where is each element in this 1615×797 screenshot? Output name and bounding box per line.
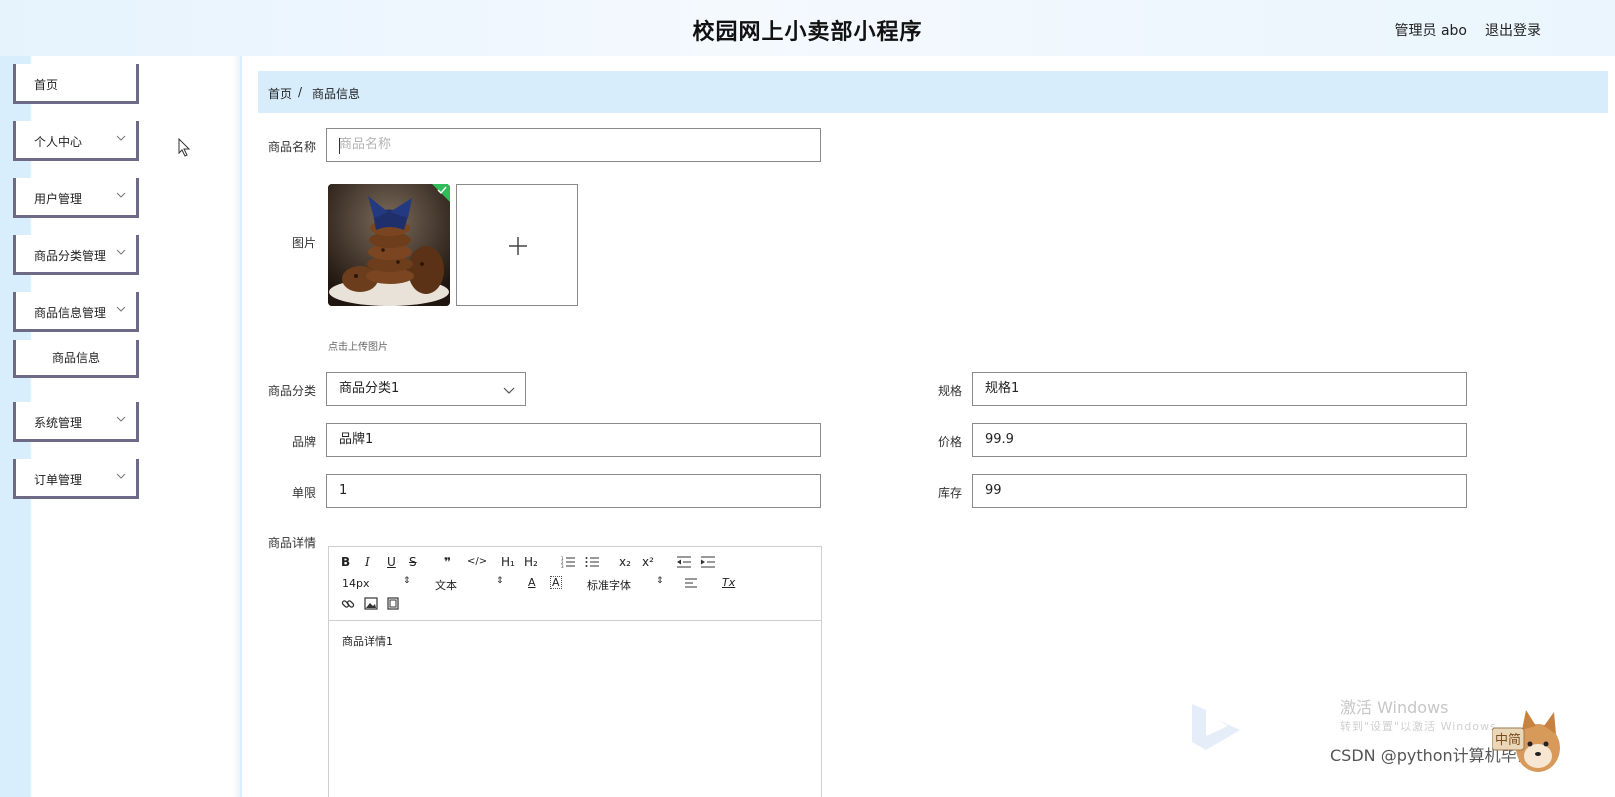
up-down-icon: ⇕ <box>403 576 411 586</box>
sidebar-subitem-product-info[interactable]: 商品信息 <box>13 340 139 378</box>
sidebar-item-system-management[interactable]: 系统管理 <box>13 402 139 442</box>
sidebar-item-user-management[interactable]: 用户管理 <box>13 178 139 218</box>
sidebar-item-label: 商品分类管理 <box>34 249 107 263</box>
product-name-input[interactable]: 商品名称 <box>326 128 821 162</box>
cookies-image <box>328 184 450 306</box>
text-color-icon[interactable]: A <box>528 576 536 589</box>
text-caret <box>339 138 340 154</box>
chevron-down-icon <box>116 135 126 141</box>
up-down-icon: ⇕ <box>656 576 664 586</box>
plus-icon <box>509 237 527 255</box>
price-label: 价格 <box>937 435 962 449</box>
sidebar-item-product-management[interactable]: 商品信息管理 <box>13 292 139 332</box>
header-select[interactable]: 文本 <box>435 577 457 593</box>
superscript-button[interactable]: x² <box>642 555 654 569</box>
admin-user-label: 管理员 abo <box>1394 23 1467 39</box>
align-icon[interactable] <box>685 578 697 588</box>
font-size-select[interactable]: 14px <box>342 577 370 590</box>
svg-text:3: 3 <box>561 564 564 568</box>
blockquote-button[interactable]: ❞ <box>444 555 451 569</box>
chevron-down-icon <box>116 416 126 422</box>
limit-label: 单限 <box>291 486 316 500</box>
sidebar-item-personal-center[interactable]: 个人中心 <box>13 121 139 161</box>
rich-text-editor: B I U S ❞ </> H₁ H₂ 123 x₂ x² 14px ⇕ 文本 … <box>328 546 822 797</box>
ordered-list-icon[interactable]: 123 <box>561 556 575 568</box>
name-label: 商品名称 <box>267 140 316 154</box>
top-header: 校园网上小卖部小程序 管理员 abo 退出登录 <box>0 0 1615 56</box>
sidebar-item-label: 首页 <box>34 78 59 92</box>
logout-button[interactable]: 退出登录 <box>1485 20 1541 40</box>
image-label: 图片 <box>291 236 316 250</box>
h2-button[interactable]: H₂ <box>524 555 538 569</box>
stock-input[interactable]: 99 <box>972 474 1467 508</box>
sidebar-item-order-management[interactable]: 订单管理 <box>13 459 139 499</box>
spec-input[interactable]: 规格1 <box>972 372 1467 406</box>
outdent-icon[interactable] <box>677 556 691 568</box>
chevron-down-icon <box>116 306 126 312</box>
up-down-icon: ⇕ <box>496 576 504 586</box>
brand-label: 品牌 <box>291 435 316 449</box>
bing-logo-icon <box>1192 704 1240 750</box>
chevron-down-icon <box>503 387 515 394</box>
chevron-down-icon <box>116 192 126 198</box>
h1-button[interactable]: H₁ <box>501 555 515 569</box>
chevron-down-icon <box>116 473 126 479</box>
breadcrumb-current: 商品信息 <box>312 87 361 101</box>
spec-label: 规格 <box>937 384 962 398</box>
main-content: 首页 / 商品信息 商品名称 商品名称 图片 点击上传图片 商品分类 商品分类1… <box>242 56 1615 797</box>
italic-button[interactable]: I <box>365 555 370 569</box>
bold-button[interactable]: B <box>341 555 350 569</box>
activate-windows-subtitle: 转到"设置"以激活 Windows。 <box>1340 720 1509 733</box>
category-select[interactable]: 商品分类1 <box>326 372 526 406</box>
editor-toolbar: B I U S ❞ </> H₁ H₂ 123 x₂ x² 14px ⇕ 文本 … <box>329 547 821 621</box>
detail-label: 商品详情 <box>267 536 316 550</box>
video-icon[interactable] <box>387 597 399 610</box>
editor-content[interactable]: 商品详情1 <box>342 633 393 649</box>
sidebar-item-label: 商品信息管理 <box>34 306 107 320</box>
subscript-button[interactable]: x₂ <box>619 555 631 569</box>
strike-button[interactable]: S <box>409 555 417 569</box>
mouse-cursor-icon <box>178 138 191 157</box>
stock-label: 库存 <box>937 486 962 500</box>
product-image-thumbnail[interactable] <box>328 184 450 306</box>
sidebar-item-label: 订单管理 <box>34 473 83 487</box>
category-select-value: 商品分类1 <box>339 381 400 396</box>
background-color-icon[interactable]: A <box>550 576 562 589</box>
indent-icon[interactable] <box>701 556 715 568</box>
clean-format-button[interactable]: Tx <box>722 576 735 589</box>
sidebar-item-label: 用户管理 <box>34 192 83 206</box>
chevron-down-icon <box>116 249 126 255</box>
badge-text: 中简 <box>1495 732 1521 748</box>
activate-windows-title: 激活 Windows <box>1340 698 1449 717</box>
price-input[interactable]: 99.9 <box>972 423 1467 457</box>
breadcrumb-separator: / <box>298 85 303 99</box>
sidebar: 首页 个人中心 用户管理 商品分类管理 商品信息管理 商品信息 系统管理 订单管… <box>0 56 240 797</box>
brand-input[interactable]: 品牌1 <box>326 423 821 457</box>
breadcrumb: 首页 / 商品信息 <box>258 71 1608 113</box>
product-name-placeholder: 商品名称 <box>339 137 392 152</box>
code-button[interactable]: </> <box>467 556 487 567</box>
image-icon[interactable] <box>364 597 378 610</box>
app-title: 校园网上小卖部小程序 <box>692 20 923 45</box>
link-icon[interactable] <box>341 597 355 611</box>
underline-button[interactable]: U <box>387 555 396 569</box>
upload-tip-text: 点击上传图片 <box>328 342 388 353</box>
image-upload-button[interactable] <box>456 184 578 306</box>
breadcrumb-home[interactable]: 首页 <box>268 85 292 102</box>
sidebar-item-label: 系统管理 <box>34 416 83 430</box>
sidebar-item-category-management[interactable]: 商品分类管理 <box>13 235 139 275</box>
sidebar-item-label: 个人中心 <box>34 135 83 149</box>
sidebar-item-home[interactable]: 首页 <box>13 64 139 104</box>
bullet-list-icon[interactable] <box>585 556 599 568</box>
category-label: 商品分类 <box>267 384 316 398</box>
font-family-select[interactable]: 标准字体 <box>587 577 631 593</box>
shiba-dog-avatar: 中简 <box>1492 710 1560 772</box>
limit-input[interactable]: 1 <box>326 474 821 508</box>
